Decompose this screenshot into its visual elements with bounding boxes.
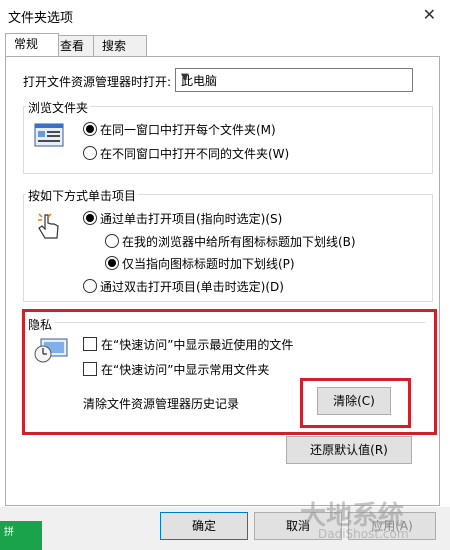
hand-pointer-icon: [36, 211, 62, 243]
tab-view-label: 查看: [60, 39, 85, 53]
tab-general[interactable]: 常规: [5, 33, 59, 56]
single-click-radio[interactable]: [83, 211, 97, 225]
browse-group: [23, 106, 433, 174]
ok-button-label: 确定: [191, 519, 216, 533]
double-click-radio[interactable]: [83, 279, 97, 293]
browse-new-window-radio[interactable]: [83, 146, 97, 160]
ime-badge-text: 拼: [4, 527, 14, 538]
click-group-title: 按如下方式单击项目: [26, 187, 139, 204]
restore-defaults-label: 还原默认值(R): [310, 443, 388, 457]
underline-point-label: 仅当指向图标标题时加下划线(P): [122, 257, 295, 271]
highlight-box-button: [300, 378, 411, 428]
tab-search-label: 搜索: [102, 39, 127, 53]
watermark-url: DadiShost.com: [318, 527, 409, 541]
open-label: 打开文件资源管理器时打开:: [23, 75, 172, 89]
double-click-label: 通过双击打开项目(单击时选定)(D): [100, 280, 284, 294]
browse-window-icon: [34, 122, 64, 148]
window-title: 文件夹选项: [8, 11, 74, 26]
browse-new-window-label: 在不同窗口中打开不同的文件夹(W): [100, 147, 290, 161]
single-click-label: 通过单击打开项目(指向时选定)(S): [100, 212, 283, 226]
underline-point-radio[interactable]: [105, 256, 119, 270]
browse-same-window-label: 在同一窗口中打开每个文件夹(M): [100, 123, 276, 137]
browse-same-window-radio[interactable]: [83, 122, 97, 136]
ok-button[interactable]: 确定: [160, 512, 248, 540]
underline-all-radio[interactable]: [105, 234, 119, 248]
chevron-down-icon: ▼: [181, 72, 189, 83]
tab-general-label: 常规: [14, 37, 39, 51]
browse-group-title: 浏览文件夹: [26, 99, 91, 116]
restore-defaults-button[interactable]: 还原默认值(R): [286, 436, 412, 464]
underline-all-label: 在我的浏览器中给所有图标标题加下划线(B): [122, 235, 356, 249]
open-select[interactable]: 此电脑 ▼: [175, 68, 413, 92]
ime-badge: 拼: [0, 521, 42, 550]
close-icon[interactable]: ✕: [423, 5, 436, 24]
title-bar: 文件夹选项 ✕: [0, 0, 450, 30]
tab-search[interactable]: 搜索: [93, 35, 147, 56]
